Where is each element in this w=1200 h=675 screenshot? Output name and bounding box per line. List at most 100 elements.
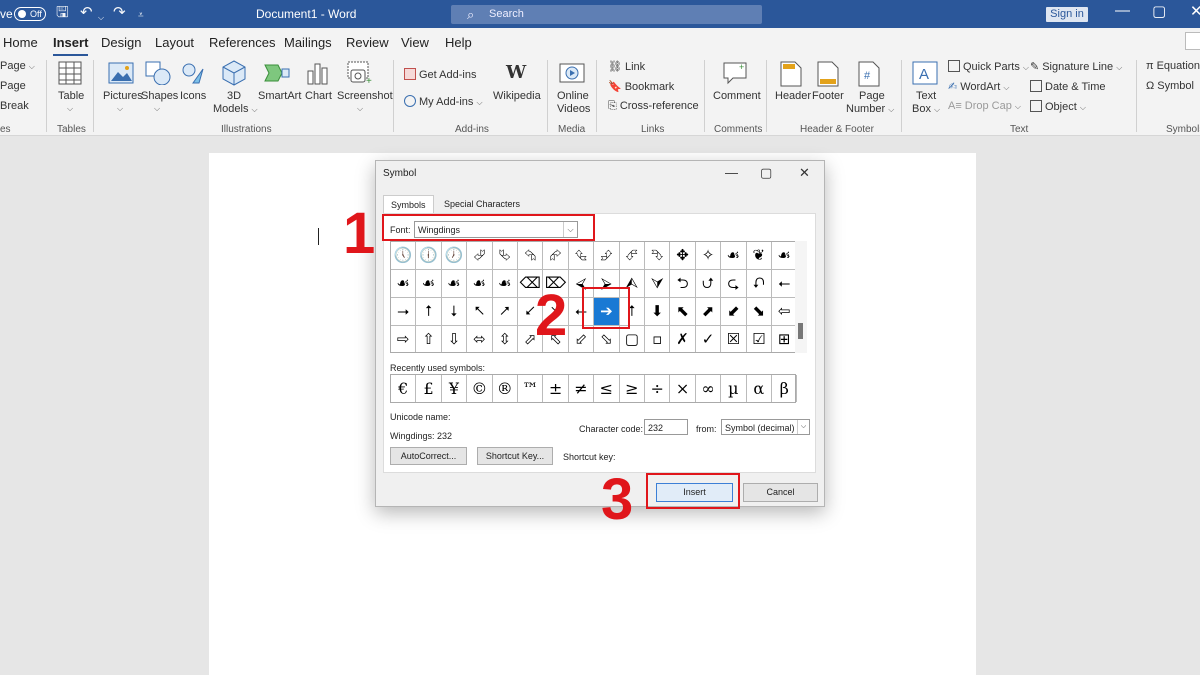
- symbol-cell[interactable]: ✥: [670, 242, 696, 270]
- symbol-cell[interactable]: ⬋: [721, 298, 747, 326]
- tab-review[interactable]: Review: [346, 35, 389, 50]
- minimize-icon[interactable]: —: [1115, 2, 1130, 19]
- symbol-cell[interactable]: ☙: [441, 270, 468, 298]
- symbol-cell[interactable]: ⭧: [492, 298, 518, 326]
- cancel-button[interactable]: Cancel: [743, 483, 818, 502]
- minimize-icon[interactable]: —: [725, 165, 738, 180]
- symbol-cell[interactable]: ⭠: [772, 270, 795, 298]
- undo-icon[interactable]: ↶: [80, 5, 93, 21]
- tab-special-characters[interactable]: Special Characters: [437, 195, 527, 214]
- symbol-cell[interactable]: ☙: [467, 270, 493, 298]
- scrollbar-thumb[interactable]: [798, 323, 803, 339]
- autosave-toggle[interactable]: Off: [14, 7, 46, 21]
- recent-symbol-cell[interactable]: ≤: [594, 375, 620, 402]
- pictures-dropdown-icon[interactable]: ⌵: [117, 104, 123, 114]
- text-box-label-1[interactable]: Text: [916, 90, 936, 102]
- recent-symbol-cell[interactable]: ÷: [645, 375, 671, 402]
- tab-symbols[interactable]: Symbols: [383, 195, 434, 214]
- character-code-input[interactable]: 232: [644, 419, 688, 435]
- recent-symbol-cell[interactable]: ≥: [620, 375, 645, 402]
- symbol-cell[interactable]: ▫: [645, 326, 671, 352]
- close-window-icon[interactable]: ✕: [1190, 2, 1200, 20]
- screenshot-dropdown-icon[interactable]: ⌵: [357, 104, 363, 114]
- symbol-cell[interactable]: ✗: [670, 326, 696, 352]
- symbol-cell[interactable]: ⇧: [416, 326, 442, 352]
- chevron-down-icon[interactable]: ⌵: [797, 420, 809, 434]
- symbol-cell[interactable]: ⬇: [645, 298, 671, 326]
- recent-symbol-cell[interactable]: α: [747, 375, 772, 402]
- tab-home[interactable]: Home: [3, 35, 38, 50]
- tab-design[interactable]: Design: [101, 35, 141, 50]
- symbol-cell[interactable]: ⇩: [441, 326, 468, 352]
- tab-help[interactable]: Help: [445, 35, 472, 50]
- symbol-cell[interactable]: 🕔: [391, 242, 417, 270]
- symbol-cell[interactable]: ▢: [619, 326, 645, 352]
- autocorrect-button[interactable]: AutoCorrect...: [390, 447, 467, 465]
- maximize-icon[interactable]: ▢: [1152, 2, 1166, 20]
- blank-page-button[interactable]: Page: [0, 80, 26, 92]
- get-add-ins-button[interactable]: Get Add-ins: [404, 68, 476, 81]
- recent-symbol-cell[interactable]: ∞: [696, 375, 722, 402]
- shapes-button[interactable]: Shapes: [141, 90, 178, 102]
- symbol-cell[interactable]: ⮍: [695, 270, 722, 298]
- symbol-cell[interactable]: ☙: [391, 270, 417, 298]
- equation-button[interactable]: π Equation: [1146, 60, 1200, 72]
- symbol-cell[interactable]: ❦: [746, 242, 772, 270]
- symbol-cell[interactable]: ⭢: [391, 298, 417, 326]
- tab-layout[interactable]: Layout: [155, 35, 194, 50]
- symbol-cell[interactable]: ⬊: [746, 298, 772, 326]
- table-dropdown-icon[interactable]: ⌵: [67, 104, 73, 114]
- save-icon[interactable]: 🖫: [56, 5, 69, 21]
- screenshot-button[interactable]: Screenshot: [337, 90, 393, 102]
- pictures-button[interactable]: Pictures: [103, 90, 143, 102]
- from-select[interactable]: Symbol (decimal) ⌵: [721, 419, 810, 435]
- symbol-cell[interactable]: ⮵: [594, 242, 620, 270]
- page-number-button[interactable]: Number ⌵: [846, 103, 894, 115]
- search-box[interactable]: ⌕ Search: [451, 5, 762, 24]
- symbol-cell[interactable]: ⮲: [518, 242, 544, 270]
- symbol-cell[interactable]: ⮴: [568, 242, 595, 270]
- tab-view[interactable]: View: [401, 35, 429, 50]
- symbol-cell[interactable]: ☙: [492, 270, 518, 298]
- symbol-cell[interactable]: ⮳: [543, 242, 569, 270]
- symbol-cell[interactable]: ✓: [695, 326, 722, 352]
- footer-button[interactable]: Footer: [812, 90, 844, 102]
- symbol-cell[interactable]: 🕖: [441, 242, 468, 270]
- shapes-dropdown-icon[interactable]: ⌵: [154, 104, 160, 114]
- symbol-cell[interactable]: ⇦: [772, 298, 795, 326]
- recent-symbol-cell[interactable]: ©: [467, 375, 493, 402]
- tab-references[interactable]: References: [209, 35, 275, 50]
- smartart-button[interactable]: SmartArt: [258, 90, 301, 102]
- link-button[interactable]: ⛓ Link: [608, 60, 645, 73]
- symbol-cell[interactable]: ⮎: [721, 270, 747, 298]
- symbol-cell[interactable]: ⬃: [568, 326, 595, 352]
- tab-mailings[interactable]: Mailings: [284, 35, 332, 50]
- page-break-button[interactable]: Break: [0, 100, 29, 112]
- symbol-cell[interactable]: ⭣: [441, 298, 468, 326]
- online-videos-button[interactable]: Videos: [557, 103, 590, 115]
- symbol-cell[interactable]: 🕕: [416, 242, 442, 270]
- recent-symbols[interactable]: € £ ¥ © ® ™ ± ≠ ≤ ≥ ÷ × ∞ µ α β: [390, 374, 798, 403]
- cross-reference-button[interactable]: ⎘ Cross-reference: [608, 100, 699, 113]
- page-number-label-1[interactable]: Page: [859, 90, 885, 102]
- online-videos-label-1[interactable]: Online: [557, 90, 589, 102]
- symbol-cell[interactable]: ⮌: [670, 270, 696, 298]
- chart-button[interactable]: Chart: [305, 90, 332, 102]
- recent-symbol-cell[interactable]: ™: [518, 375, 544, 402]
- symbol-cell[interactable]: ☙: [721, 242, 747, 270]
- symbol-cell[interactable]: ⮏: [746, 270, 772, 298]
- share-button[interactable]: [1185, 32, 1200, 50]
- symbol-cell[interactable]: ⇳: [492, 326, 518, 352]
- recent-symbol-cell[interactable]: €: [391, 375, 417, 402]
- symbol-cell[interactable]: ☒: [721, 326, 747, 352]
- symbol-cell[interactable]: ⬄: [467, 326, 493, 352]
- tab-insert[interactable]: Insert: [53, 35, 89, 57]
- recent-symbol-cell[interactable]: ®: [493, 375, 518, 402]
- symbol-cell[interactable]: ⬉: [670, 298, 696, 326]
- signature-line-button[interactable]: ✎ Signature Line ⌵: [1030, 60, 1122, 73]
- wordart-button[interactable]: ✍ WordArt ⌵: [948, 80, 1010, 93]
- customize-qat-icon[interactable]: ⩡: [138, 8, 144, 24]
- 3d-models-button[interactable]: Models ⌵: [213, 103, 258, 115]
- symbol-button[interactable]: Ω Symbol: [1146, 80, 1194, 92]
- recent-symbol-cell[interactable]: ≠: [569, 375, 595, 402]
